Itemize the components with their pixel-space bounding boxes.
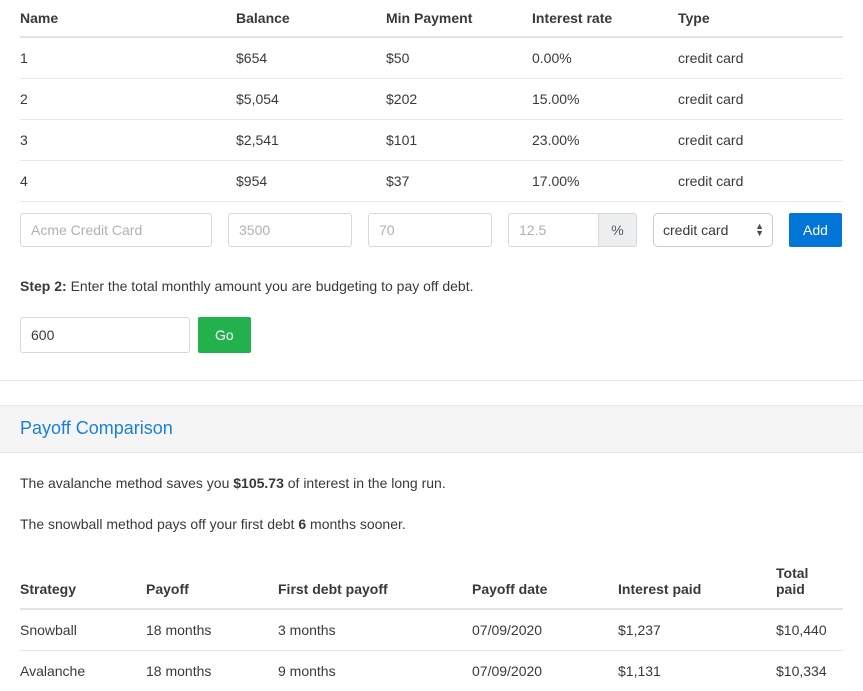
interest-rate-group: % xyxy=(508,213,637,247)
budget-form: Go xyxy=(0,317,863,353)
cell-name: 1 xyxy=(20,37,236,79)
cell-interest-paid: $1,131 xyxy=(618,651,776,691)
section-divider xyxy=(0,380,863,381)
debts-section: Name Balance Min Payment Interest rate T… xyxy=(0,0,863,259)
cell-min-payment: $202 xyxy=(386,79,532,120)
cell-payoff: 18 months xyxy=(146,609,278,651)
payoff-panel-body: The avalanche method saves you $105.73 o… xyxy=(0,453,863,691)
snowball-months-sooner: 6 xyxy=(298,516,306,532)
cell-first-debt-payoff: 3 months xyxy=(278,609,472,651)
cell-strategy: Snowball xyxy=(20,609,146,651)
avalanche-savings-amount: $105.73 xyxy=(233,475,284,491)
cell-total-paid: $10,440 xyxy=(776,609,843,651)
cell-first-debt-payoff: 9 months xyxy=(278,651,472,691)
snowball-summary: The snowball method pays off your first … xyxy=(20,491,843,532)
cell-payoff-date: 07/09/2020 xyxy=(472,651,618,691)
table-row: 4 $954 $37 17.00% credit card xyxy=(20,161,843,202)
cell-type: credit card xyxy=(678,161,843,202)
cell-balance: $654 xyxy=(236,37,386,79)
cell-payoff: 18 months xyxy=(146,651,278,691)
column-header-type: Type xyxy=(678,0,843,37)
avalanche-summary: The avalanche method saves you $105.73 o… xyxy=(20,453,843,491)
cell-payoff-date: 07/09/2020 xyxy=(472,609,618,651)
snowball-summary-suffix: months sooner. xyxy=(306,516,406,532)
step2-label: Step 2: xyxy=(20,278,67,294)
cell-name: 3 xyxy=(20,120,236,161)
cell-interest-rate: 0.00% xyxy=(532,37,678,79)
column-header-interest-rate: Interest rate xyxy=(532,0,678,37)
avalanche-summary-prefix: The avalanche method saves you xyxy=(20,475,233,491)
cell-type: credit card xyxy=(678,120,843,161)
cell-strategy: Avalanche xyxy=(20,651,146,691)
cell-total-paid: $10,334 xyxy=(776,651,843,691)
table-row: Avalanche 18 months 9 months 07/09/2020 … xyxy=(20,651,843,691)
payoff-comparison-table: Strategy Payoff First debt payoff Payoff… xyxy=(20,557,843,691)
debts-table: Name Balance Min Payment Interest rate T… xyxy=(20,0,843,201)
payoff-panel-header: Payoff Comparison xyxy=(0,405,863,453)
compare-table-body: Snowball 18 months 3 months 07/09/2020 $… xyxy=(20,609,843,691)
debt-type-select-wrapper[interactable]: credit cardloanmortgagestudent loanauto … xyxy=(653,213,773,247)
percent-addon: % xyxy=(598,213,637,247)
cell-interest-rate: 17.00% xyxy=(532,161,678,202)
column-header-payoff: Payoff xyxy=(146,557,278,609)
add-debt-form: % credit cardloanmortgagestudent loanaut… xyxy=(20,201,843,259)
cell-min-payment: $37 xyxy=(386,161,532,202)
cell-name: 2 xyxy=(20,79,236,120)
step2-text: Enter the total monthly amount you are b… xyxy=(67,278,474,294)
debt-name-input[interactable] xyxy=(20,213,212,247)
cell-interest-rate: 15.00% xyxy=(532,79,678,120)
table-row: 3 $2,541 $101 23.00% credit card xyxy=(20,120,843,161)
table-row: 1 $654 $50 0.00% credit card xyxy=(20,37,843,79)
cell-balance: $5,054 xyxy=(236,79,386,120)
debts-table-head: Name Balance Min Payment Interest rate T… xyxy=(20,0,843,37)
table-row: Snowball 18 months 3 months 07/09/2020 $… xyxy=(20,609,843,651)
cell-balance: $2,541 xyxy=(236,120,386,161)
column-header-balance: Balance xyxy=(236,0,386,37)
snowball-summary-prefix: The snowball method pays off your first … xyxy=(20,516,298,532)
table-row: 2 $5,054 $202 15.00% credit card xyxy=(20,79,843,120)
cell-balance: $954 xyxy=(236,161,386,202)
column-header-name: Name xyxy=(20,0,236,37)
avalanche-summary-suffix: of interest in the long run. xyxy=(284,475,446,491)
column-header-interest-paid: Interest paid xyxy=(618,557,776,609)
debts-table-header-row: Name Balance Min Payment Interest rate T… xyxy=(20,0,843,37)
cell-name: 4 xyxy=(20,161,236,202)
cell-type: credit card xyxy=(678,37,843,79)
cell-interest-rate: 23.00% xyxy=(532,120,678,161)
page-title: Payoff Comparison xyxy=(20,418,843,439)
debt-interest-rate-input[interactable] xyxy=(508,213,598,247)
column-header-payoff-date: Payoff date xyxy=(472,557,618,609)
cell-min-payment: $101 xyxy=(386,120,532,161)
cell-min-payment: $50 xyxy=(386,37,532,79)
compare-table-wrapper: Strategy Payoff First debt payoff Payoff… xyxy=(20,557,843,691)
column-header-min-payment: Min Payment xyxy=(386,0,532,37)
debts-table-body: 1 $654 $50 0.00% credit card 2 $5,054 $2… xyxy=(20,37,843,201)
debt-type-select[interactable]: credit cardloanmortgagestudent loanauto … xyxy=(653,213,773,247)
debt-min-payment-input[interactable] xyxy=(368,213,492,247)
column-header-strategy: Strategy xyxy=(20,557,146,609)
compare-table-header-row: Strategy Payoff First debt payoff Payoff… xyxy=(20,557,843,609)
add-debt-button[interactable]: Add xyxy=(789,213,842,247)
compare-table-head: Strategy Payoff First debt payoff Payoff… xyxy=(20,557,843,609)
column-header-first-debt-payoff: First debt payoff xyxy=(278,557,472,609)
column-header-total-paid: Total paid xyxy=(776,557,843,609)
monthly-budget-input[interactable] xyxy=(20,317,190,353)
payoff-comparison-panel: Payoff Comparison The avalanche method s… xyxy=(0,405,863,691)
step2-instruction: Step 2: Enter the total monthly amount y… xyxy=(0,278,863,294)
debt-balance-input[interactable] xyxy=(228,213,352,247)
go-button[interactable]: Go xyxy=(198,317,251,353)
cell-type: credit card xyxy=(678,79,843,120)
cell-interest-paid: $1,237 xyxy=(618,609,776,651)
